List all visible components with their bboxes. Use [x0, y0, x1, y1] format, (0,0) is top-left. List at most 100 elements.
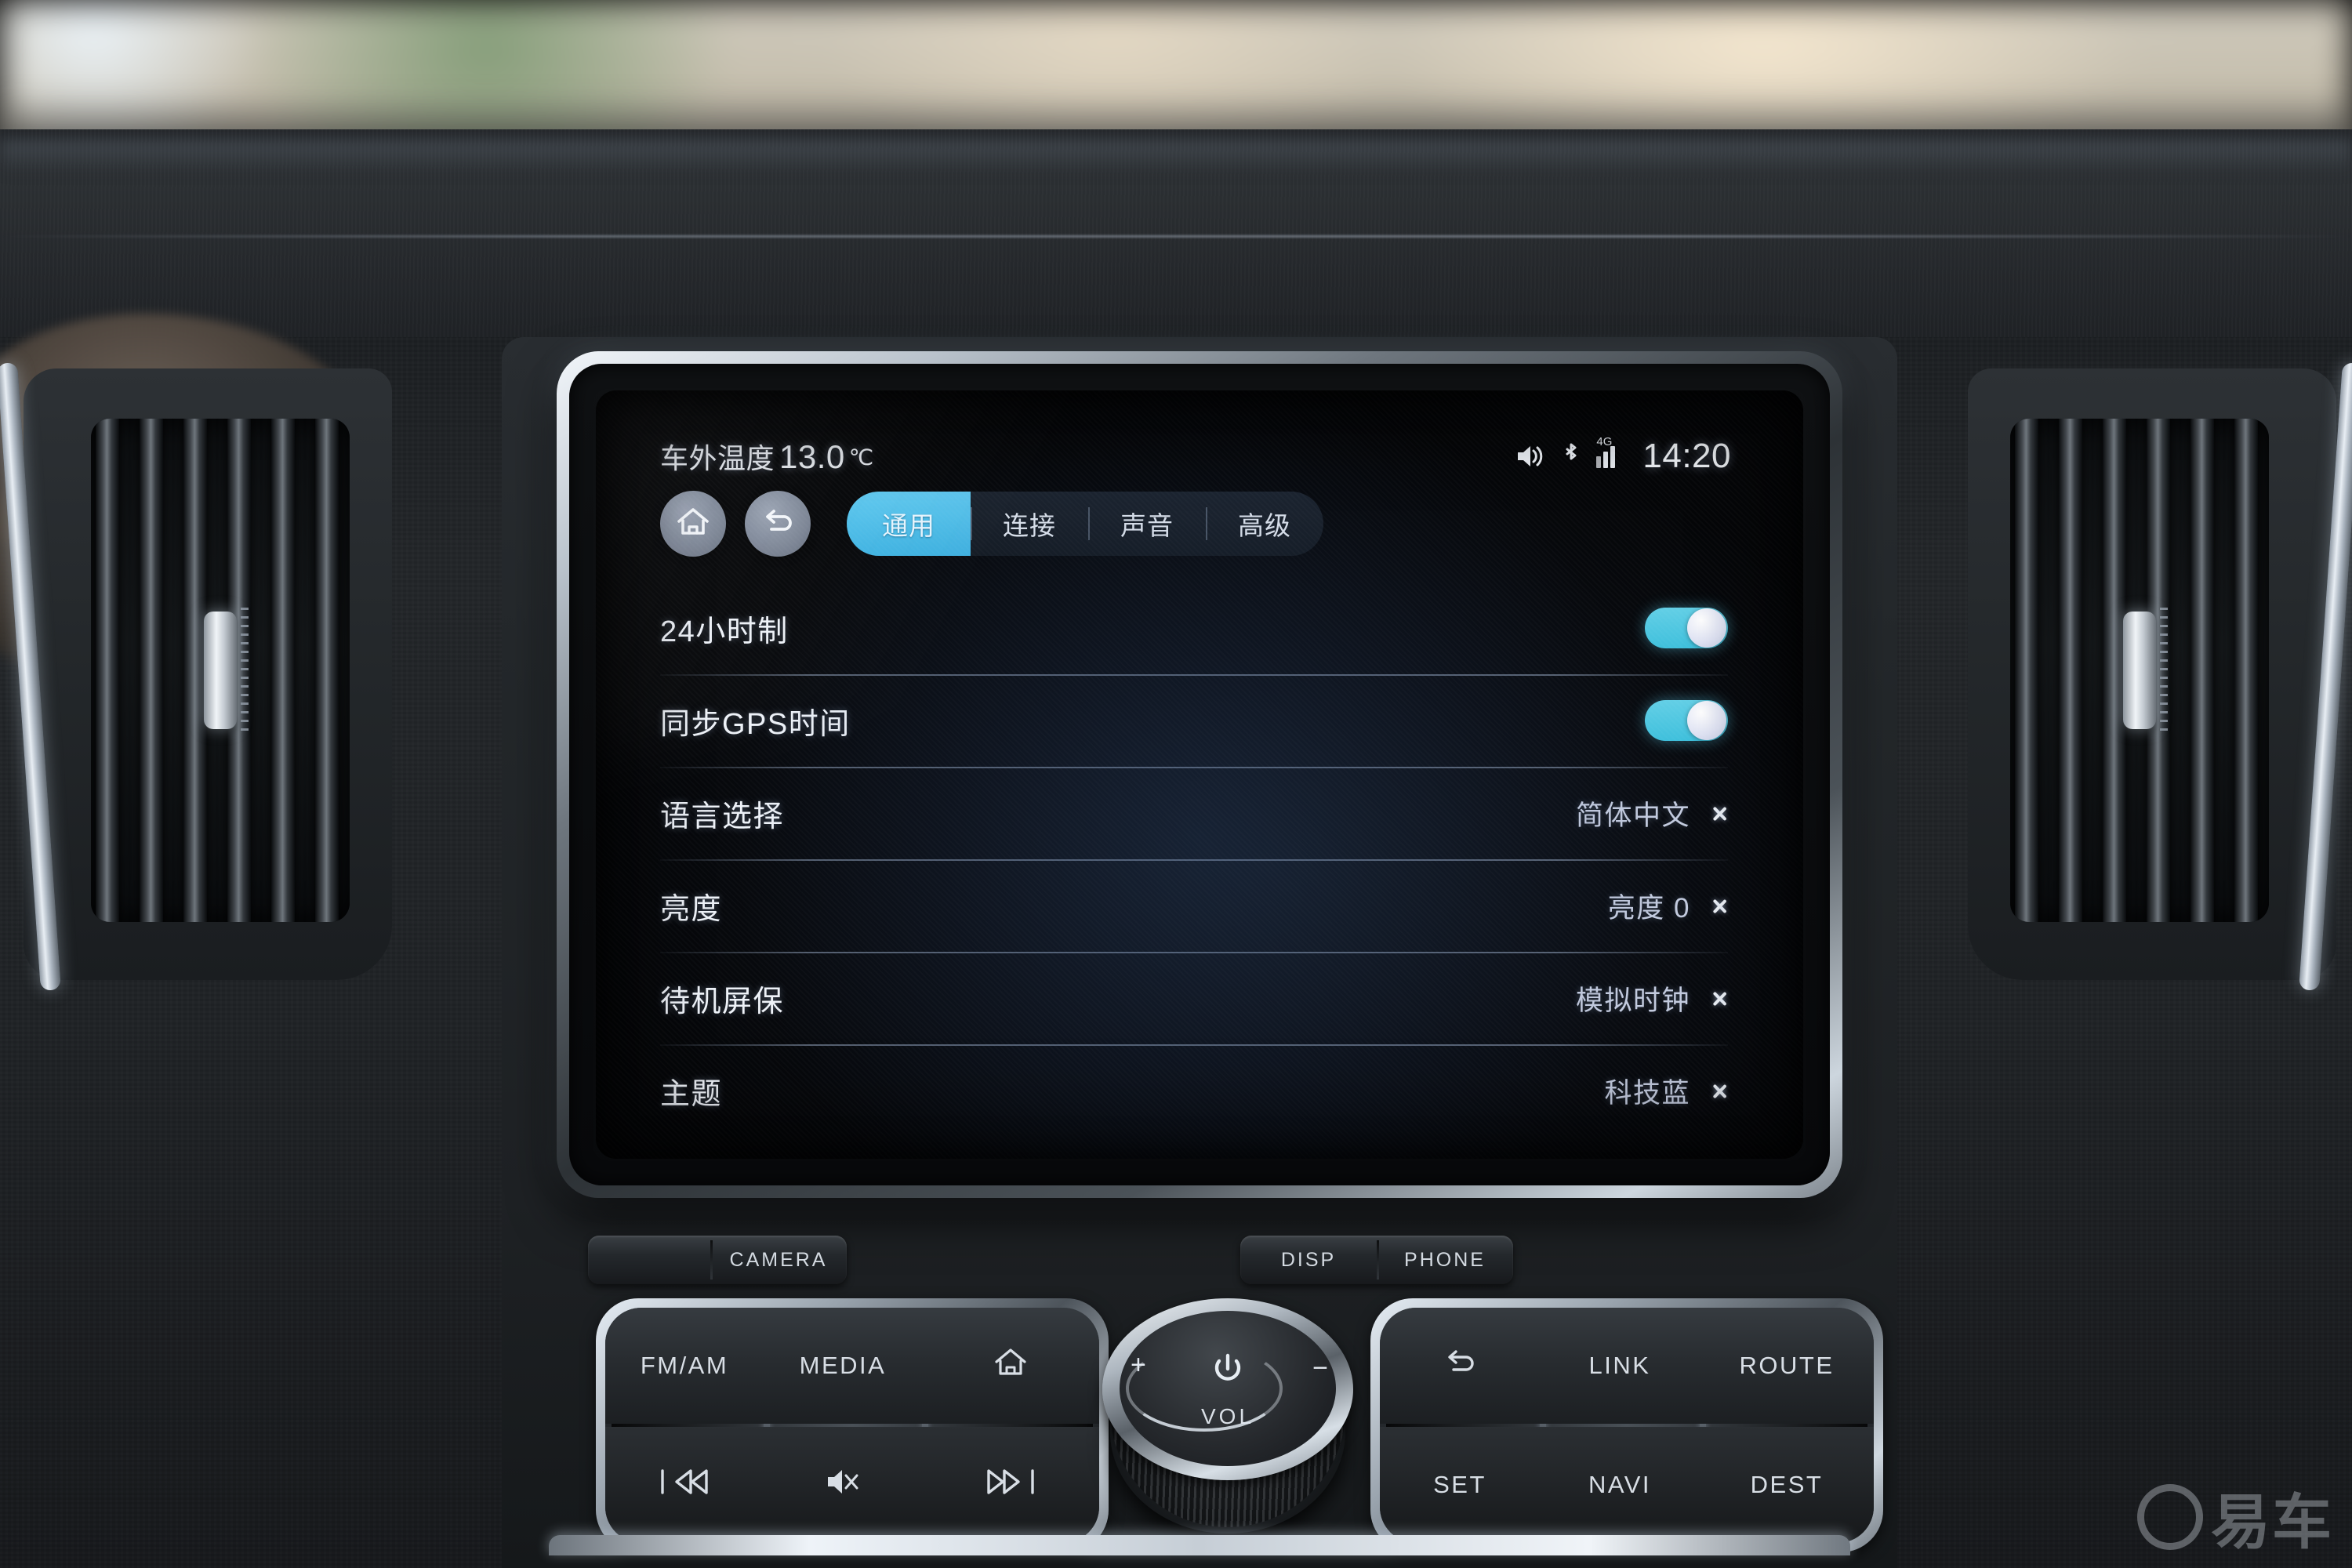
tab-connect[interactable]: 连接 — [971, 492, 1088, 556]
setting-label: 同步GPS时间 — [660, 707, 851, 741]
tab-advanced[interactable]: 高级 — [1206, 492, 1323, 556]
air-vent-right[interactable] — [1968, 362, 2352, 991]
navigation-row: 通用 连接 声音 高级 — [660, 491, 1323, 557]
setting-control: 模拟时钟 — [1576, 978, 1728, 1018]
home-icon — [675, 505, 711, 543]
status-bar: 车外温度 13.0 ℃ 4G 14:20 — [596, 431, 1803, 481]
setting-control: 简体中文 — [1576, 793, 1728, 833]
vent-slat — [315, 419, 339, 922]
network-type-label: 4G — [1596, 435, 1613, 448]
air-vent-left-opening — [91, 419, 350, 922]
back-hard-button[interactable] — [1380, 1308, 1540, 1424]
setting-value: 科技蓝 — [1604, 1077, 1690, 1109]
tab-sound[interactable]: 声音 — [1088, 492, 1206, 556]
mute-icon — [824, 1466, 862, 1504]
dest-button[interactable]: DEST — [1700, 1427, 1874, 1543]
vent-slat — [2059, 419, 2082, 922]
bluetooth-icon[interactable] — [1562, 442, 1581, 470]
setting-label: 24小时制 — [660, 615, 789, 648]
toggle-24h[interactable] — [1645, 608, 1728, 648]
outside-temperature-label: 车外温度 — [660, 442, 775, 474]
link-button[interactable]: LINK — [1540, 1308, 1700, 1424]
home-button[interactable] — [660, 491, 726, 557]
car-infotainment-photo: 车外温度 13.0 ℃ 4G 14:20 通用 连接 声音 高级 24小时制 同… — [0, 0, 2352, 1568]
setting-row-theme[interactable]: 主题 科技蓝 — [660, 1044, 1728, 1137]
home-hard-button[interactable] — [922, 1308, 1099, 1424]
route-button[interactable]: ROUTE — [1700, 1308, 1874, 1424]
set-button[interactable]: SET — [1380, 1427, 1540, 1543]
console-lower-chrome-trim — [549, 1535, 1850, 1555]
toggle-knob — [1687, 701, 1726, 740]
left-panel-face: FM/AM MEDIA — [605, 1308, 1099, 1543]
media-button[interactable]: MEDIA — [764, 1308, 922, 1424]
vent-slat — [2190, 419, 2214, 922]
vent-slat — [271, 419, 295, 922]
watermark: 易车 — [2137, 1474, 2333, 1560]
chevron-right-icon — [1712, 984, 1728, 1012]
air-vent-right-thumbwheel[interactable] — [2123, 612, 2156, 729]
vent-detent-marks — [2160, 608, 2168, 733]
settings-list: 24小时制 同步GPS时间 语言选择 简体中文 亮度 亮度 0 待机屏保 模拟时… — [660, 582, 1728, 1137]
back-button[interactable] — [745, 491, 811, 557]
mute-button[interactable] — [764, 1427, 922, 1543]
vent-detent-marks — [241, 608, 249, 733]
setting-label: 待机屏保 — [660, 985, 785, 1018]
watermark-ring-icon — [2137, 1484, 2203, 1550]
outside-temperature: 车外温度 13.0 ℃ — [660, 436, 874, 477]
vent-slat — [2015, 419, 2038, 922]
right-panel-face: LINK ROUTE SET NAVI DEST — [1380, 1308, 1874, 1543]
volume-icon[interactable] — [1515, 443, 1546, 470]
right-button-panel: LINK ROUTE SET NAVI DEST — [1370, 1298, 1883, 1552]
volume-increase-marking: + — [1131, 1350, 1146, 1380]
setting-label: 语言选择 — [660, 800, 785, 833]
fm-am-button[interactable]: FM/AM — [605, 1308, 764, 1424]
dashboard-seam — [0, 235, 2352, 238]
home-icon — [992, 1345, 1029, 1386]
disp-button[interactable]: DISP — [1240, 1249, 1377, 1272]
setting-value: 亮度 0 — [1607, 892, 1690, 924]
outside-temperature-value: 13.0 — [779, 438, 845, 475]
top-right-pill-group[interactable]: DISP PHONE — [1240, 1236, 1513, 1284]
setting-row-screensaver[interactable]: 待机屏保 模拟时钟 — [660, 952, 1728, 1044]
prev-track-icon — [659, 1468, 710, 1502]
vent-slat — [2234, 419, 2258, 922]
setting-value: 模拟时钟 — [1575, 985, 1690, 1016]
setting-control: 科技蓝 — [1604, 1071, 1728, 1111]
toggle-gps-sync[interactable] — [1645, 700, 1728, 741]
phone-button[interactable]: PHONE — [1377, 1249, 1513, 1272]
navi-button[interactable]: NAVI — [1540, 1427, 1700, 1543]
infotainment-screen[interactable]: 车外温度 13.0 ℃ 4G 14:20 通用 连接 声音 高级 24小时制 同… — [596, 390, 1803, 1159]
toggle-knob — [1687, 608, 1726, 648]
setting-label: 亮度 — [660, 892, 723, 926]
previous-track-button[interactable] — [605, 1427, 764, 1543]
setting-row-language[interactable]: 语言选择 简体中文 — [660, 767, 1728, 859]
tab-general[interactable]: 通用 — [847, 492, 971, 556]
setting-control — [1645, 608, 1728, 648]
chevron-right-icon — [1712, 891, 1728, 920]
setting-row-brightness[interactable]: 亮度 亮度 0 — [660, 859, 1728, 952]
air-vent-right-opening — [2010, 419, 2269, 922]
signal-icon: 4G — [1596, 435, 1622, 468]
vent-slat — [96, 419, 119, 922]
next-track-icon — [985, 1468, 1036, 1502]
chevron-right-icon — [1712, 799, 1728, 827]
clock: 14:20 — [1642, 437, 1731, 475]
watermark-text: 易车 — [2211, 1490, 2333, 1556]
volume-knob[interactable]: VOL + − — [1096, 1284, 1363, 1543]
air-vent-left-thumbwheel[interactable] — [204, 612, 237, 729]
next-track-button[interactable] — [922, 1427, 1099, 1543]
back-icon — [1440, 1346, 1479, 1385]
outside-temperature-unit: ℃ — [848, 445, 874, 470]
volume-arc-marking — [1126, 1345, 1283, 1432]
setting-control — [1645, 700, 1728, 741]
air-vent-left[interactable] — [0, 362, 392, 991]
camera-button[interactable]: CAMERA — [710, 1249, 847, 1272]
top-left-pill-group[interactable]: CAMERA — [588, 1236, 847, 1284]
setting-row-gps-sync[interactable]: 同步GPS时间 — [660, 674, 1728, 767]
status-bar-icons: 4G 14:20 — [1515, 435, 1731, 476]
chevron-right-icon — [1712, 1076, 1728, 1105]
settings-tab-bar[interactable]: 通用 连接 声音 高级 — [847, 492, 1323, 556]
back-icon — [759, 506, 797, 543]
setting-row-24h[interactable]: 24小时制 — [660, 582, 1728, 674]
setting-control: 亮度 0 — [1608, 886, 1728, 926]
